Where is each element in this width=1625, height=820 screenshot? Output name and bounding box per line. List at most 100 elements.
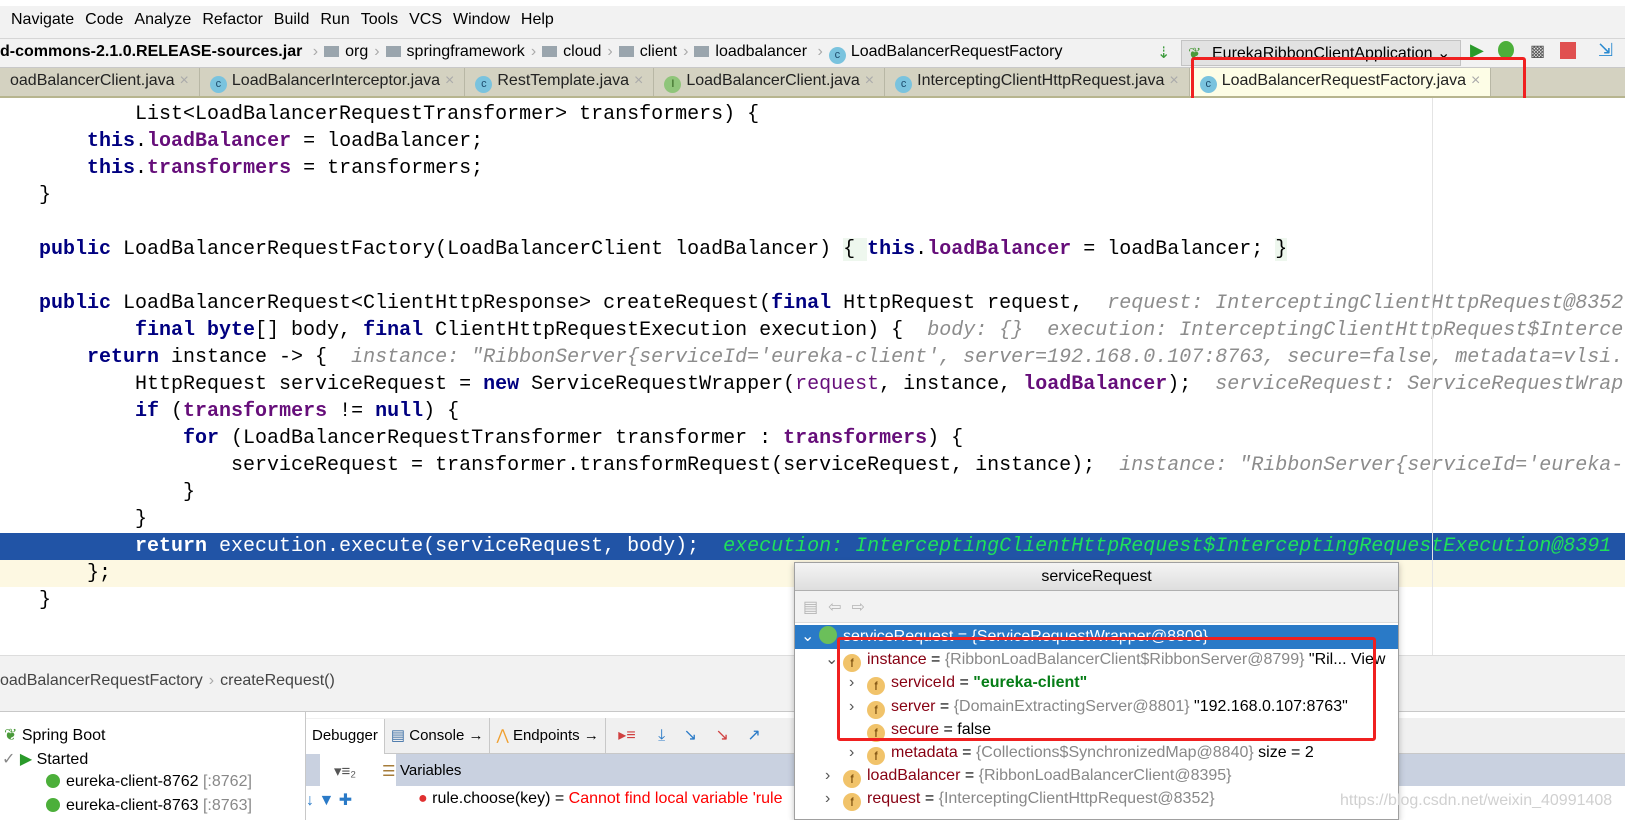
back-icon[interactable]: ⇦ bbox=[828, 599, 851, 616]
menu-vcs[interactable]: VCS bbox=[409, 11, 442, 29]
code-token: ServiceRequestWrapper( bbox=[519, 373, 796, 396]
chevron-right-icon[interactable]: › bbox=[825, 764, 843, 788]
right-margin-guide bbox=[1432, 98, 1433, 655]
code-token: ) { bbox=[927, 427, 964, 450]
code-token: [] body, bbox=[255, 319, 364, 342]
breadcrumb-folder[interactable]: loadbalancer bbox=[694, 43, 807, 61]
code-line: serviceRequest = transformer.transformRe… bbox=[0, 452, 1625, 479]
forward-icon[interactable]: ⇨ bbox=[852, 599, 875, 616]
chevron-down-icon[interactable]: ⌄ bbox=[801, 625, 819, 649]
close-tab-icon[interactable]: × bbox=[445, 72, 454, 89]
chevron-right-icon[interactable]: › bbox=[849, 741, 867, 765]
code-token: for bbox=[183, 427, 220, 450]
force-step-into-icon[interactable]: ↘ bbox=[716, 727, 729, 744]
breadcrumb-folder[interactable]: client bbox=[618, 43, 677, 61]
close-tab-icon[interactable]: × bbox=[180, 72, 189, 89]
step-into-icon[interactable]: ↘ bbox=[684, 727, 697, 744]
code-line: List<LoadBalancerRequestTransformer> tra… bbox=[0, 101, 1625, 128]
code-token: { bbox=[843, 238, 868, 261]
code-token: final byte bbox=[135, 319, 256, 342]
object-icon bbox=[819, 626, 837, 644]
breadcrumb-folder[interactable]: org bbox=[324, 43, 368, 61]
close-tab-icon[interactable]: × bbox=[1169, 72, 1178, 89]
tree-service-item[interactable]: eureka-client-8763 [:8763] bbox=[46, 797, 252, 815]
folder-icon bbox=[324, 46, 340, 57]
chevron-right-icon[interactable]: › bbox=[825, 787, 843, 811]
code-line: return instance -> { instance: "RibbonSe… bbox=[0, 344, 1625, 371]
breadcrumb-folder[interactable]: springframework bbox=[385, 43, 525, 61]
breadcrumb-folder[interactable]: cloud bbox=[542, 43, 601, 61]
code-token: HttpRequest request, bbox=[831, 292, 1108, 315]
menu-window[interactable]: Window bbox=[453, 11, 510, 29]
menu-refactor[interactable]: Refactor bbox=[202, 11, 262, 29]
step-out-icon[interactable]: ↗ bbox=[747, 727, 760, 744]
close-tab-icon[interactable]: × bbox=[634, 72, 643, 89]
menu-help[interactable]: Help bbox=[521, 11, 554, 29]
code-token: if bbox=[135, 400, 160, 423]
tab-endpoints[interactable]: ⋀ Endpoints → bbox=[490, 718, 606, 753]
coverage-icon[interactable]: ▩ bbox=[1530, 41, 1545, 61]
tab-resttemplate-java[interactable]: c RestTemplate.java × bbox=[465, 68, 655, 96]
tree-service-item[interactable]: eureka-client-8762 [:8762] bbox=[46, 773, 252, 791]
breadcrumb-folder-label: cloud bbox=[563, 43, 602, 60]
close-tab-icon[interactable]: × bbox=[865, 72, 874, 89]
inline-debug-value: serviceRequest: ServiceRequestWrap bbox=[1215, 373, 1624, 396]
tab-label: RestTemplate.java bbox=[497, 72, 629, 89]
code-token: new bbox=[483, 373, 520, 396]
sort-icon[interactable]: ⇣ bbox=[1157, 43, 1170, 63]
crumb-class[interactable]: oadBalancerRequestFactory bbox=[0, 672, 203, 689]
breadcrumb-folder-label: org bbox=[345, 43, 369, 60]
code-line: this.loadBalancer = loadBalancer; bbox=[0, 128, 1625, 155]
variable-row[interactable]: › f loadBalancer = {RibbonLoadBalancerClie… bbox=[795, 764, 1398, 789]
menu-analyze[interactable]: Analyze bbox=[134, 11, 191, 29]
show-execution-point-icon[interactable]: ▸≡ bbox=[618, 727, 635, 744]
tab-loadbalancerclient-java[interactable]: I LoadBalancerClient.java × bbox=[654, 68, 886, 96]
code-token: = loadBalancer; bbox=[1071, 238, 1276, 261]
crumb-method[interactable]: createRequest() bbox=[220, 672, 335, 689]
folder-icon bbox=[618, 46, 634, 57]
inline-debug-value: body: {} execution: InterceptingClientHt… bbox=[927, 319, 1624, 342]
tab-debugger[interactable]: Debugger bbox=[306, 719, 385, 754]
menu-tools[interactable]: Tools bbox=[361, 11, 398, 29]
variable-row[interactable]: › f metadata = {Collections$SynchronizedMa… bbox=[795, 741, 1398, 765]
tab-interceptingclienthttprequest-java[interactable]: c InterceptingClientHttpRequest.java × bbox=[885, 68, 1190, 96]
tree-spring-boot[interactable]: ❦ Spring Boot bbox=[4, 725, 105, 745]
menu-build[interactable]: Build bbox=[274, 11, 310, 29]
tab-oadbalancerclient-java[interactable]: oadBalancerClient.java × bbox=[0, 68, 200, 96]
spring-boot-icon: ❦ bbox=[4, 727, 18, 744]
code-token: final bbox=[363, 319, 424, 342]
step-over-icon[interactable]: ⤓ bbox=[658, 727, 665, 744]
menu-navigate[interactable]: Navigate bbox=[11, 11, 74, 29]
class-icon: c bbox=[475, 76, 493, 93]
field-icon: f bbox=[867, 747, 885, 765]
code-token: this bbox=[87, 157, 136, 180]
menu-bar: Navigate Code Analyze Refactor Build Run Tools… bbox=[0, 0, 1625, 38]
navigate-icon[interactable]: ▤ bbox=[803, 599, 828, 616]
console-icon: ▤ bbox=[390, 727, 406, 744]
annotation-box-instance bbox=[837, 637, 1376, 741]
code-token: this bbox=[87, 130, 136, 153]
breadcrumb-class[interactable]: c LoadBalancerRequestFactory bbox=[828, 43, 1063, 64]
error-icon: ● bbox=[418, 790, 428, 807]
variable-type: {InterceptingClientHttpRequest@8352} bbox=[938, 790, 1215, 808]
menu-code[interactable]: Code bbox=[85, 11, 123, 29]
variable-row[interactable]: › f request = {InterceptingClientHttpReque… bbox=[795, 787, 1398, 812]
vcs-icon[interactable]: ⇲ bbox=[1598, 40, 1613, 61]
tree-started[interactable]: ✓ ▶ Started bbox=[2, 749, 88, 769]
equals: = bbox=[957, 744, 976, 761]
breadcrumb-jar[interactable]: d-commons-2.1.0.RELEASE-sources.jar bbox=[0, 43, 302, 61]
filter-icon[interactable]: ↓ ▼ ✚ bbox=[306, 790, 352, 810]
tab-loadbalancerinterceptor-java[interactable]: c LoadBalancerInterceptor.java × bbox=[200, 68, 466, 96]
stop-icon[interactable] bbox=[1560, 42, 1576, 59]
endpoints-icon: ⋀ bbox=[496, 727, 509, 744]
variable-error-row[interactable]: ● rule.choose(key) = Cannot find local v… bbox=[418, 790, 782, 808]
code-token: serviceRequest = transformer.transformRe… bbox=[231, 454, 1120, 477]
menu-run[interactable]: Run bbox=[320, 11, 349, 29]
code-token: instance -> { bbox=[159, 346, 352, 369]
code-token: != bbox=[327, 400, 376, 423]
tab-console[interactable]: ▤ Console → bbox=[385, 718, 491, 753]
popup-title: serviceRequest bbox=[795, 563, 1398, 591]
folder-icon bbox=[542, 46, 558, 57]
code-token: = loadBalancer; bbox=[291, 130, 484, 153]
